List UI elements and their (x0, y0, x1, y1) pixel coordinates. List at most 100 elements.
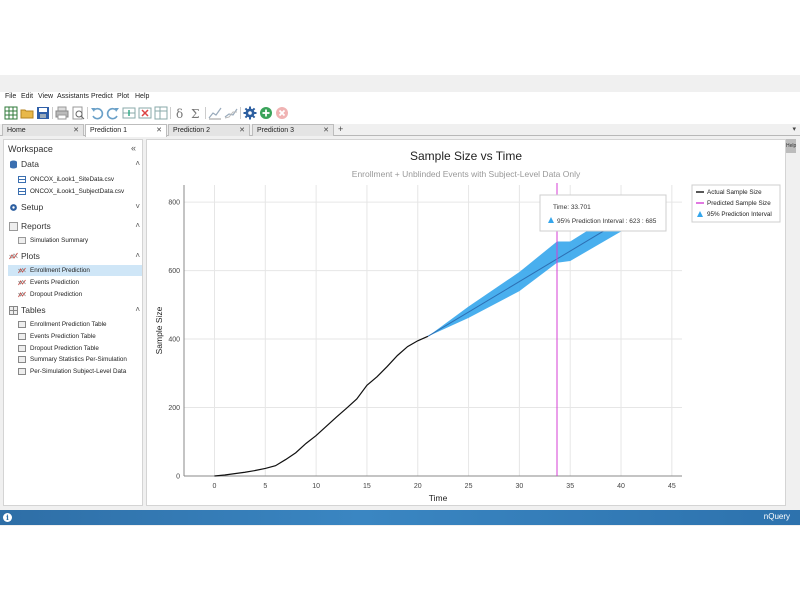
table-item[interactable]: Per-Simulation Subject-Level Data (8, 366, 142, 377)
data-file-item[interactable]: ONCOX_iLook1_SiteData.csv (8, 174, 142, 185)
section-toggle[interactable]: ˄ (135, 159, 140, 168)
plot-icon (9, 252, 18, 260)
plot-icon (18, 291, 26, 298)
section-toggle[interactable]: ˄ (135, 221, 140, 230)
data-file-icon (18, 188, 26, 195)
app-window: File Edit View Assistants Predict Plot H… (0, 75, 800, 526)
redo-icon[interactable] (106, 106, 120, 120)
tab-label: Prediction 3 (257, 127, 294, 134)
toolbar-separator (170, 107, 171, 119)
open-folder-icon[interactable] (20, 106, 34, 120)
menu-view[interactable]: View (38, 93, 53, 100)
tab-label: Prediction 1 (90, 127, 127, 134)
tooltip-interval: 95% Prediction Interval : 623 : 685 (557, 218, 657, 225)
help-side-tab[interactable]: Help (786, 139, 796, 153)
print-icon[interactable] (55, 106, 69, 120)
sample-size-chart[interactable]: Sample Size vs Time Enrollment + Unblinde… (147, 140, 787, 507)
section-toggle[interactable]: ˅ (135, 202, 140, 211)
table-icon (9, 306, 18, 315)
delete-rows-icon[interactable] (138, 106, 152, 120)
x-tick-label: 30 (515, 483, 523, 490)
chart-title: Sample Size vs Time (410, 149, 522, 163)
plot-item-events-prediction[interactable]: Events Prediction (8, 277, 142, 288)
undo-icon[interactable] (90, 106, 104, 120)
section-label: Data (21, 159, 39, 169)
plot-icon (18, 267, 26, 274)
table-icon (18, 321, 26, 328)
plot-icon[interactable] (208, 106, 222, 120)
tab-list-dropdown[interactable]: ▾ (792, 124, 796, 136)
data-file-item[interactable]: ONCOX_iLook1_SubjectData.csv (8, 186, 142, 197)
tab-label: Home (7, 127, 26, 134)
table-item[interactable]: Summary Statistics Per-Simulation (8, 354, 142, 365)
sigma-icon[interactable]: Σ (189, 106, 203, 120)
tab-prediction-2[interactable]: Prediction 2 ✕ (168, 124, 250, 136)
menu-plot[interactable]: Plot (117, 93, 129, 100)
menu-edit[interactable]: Edit (21, 93, 33, 100)
menu-assistants[interactable]: Assistants (57, 93, 89, 100)
menu-help[interactable]: Help (135, 93, 149, 100)
table-icon (18, 345, 26, 352)
menu-file[interactable]: File (5, 93, 16, 100)
print-preview-icon[interactable] (71, 106, 85, 120)
section-plots[interactable]: Plots ˄ (8, 251, 142, 263)
predicted-sample-size-line (427, 220, 622, 337)
section-toggle[interactable]: ˄ (135, 251, 140, 260)
x-tick-label: 25 (465, 483, 473, 490)
menu-predict[interactable]: Predict (91, 93, 113, 100)
remove-circle-icon[interactable] (275, 106, 289, 120)
tab-prediction-3[interactable]: Prediction 3 ✕ (252, 124, 334, 136)
section-data[interactable]: Data ˄ (8, 159, 142, 171)
status-bar: i nQuery (0, 510, 800, 525)
section-label: Tables (21, 305, 46, 315)
plot-item-enrollment-prediction[interactable]: Enrollment Prediction (8, 265, 142, 276)
section-setup[interactable]: Setup ˅ (8, 202, 142, 214)
item-label: ONCOX_iLook1_SiteData.csv (30, 176, 114, 183)
section-label: Setup (21, 202, 44, 212)
tab-close-icon[interactable]: ✕ (239, 125, 245, 136)
x-tick-label: 35 (566, 483, 574, 490)
item-label: Dropout Prediction Table (30, 345, 99, 352)
section-toggle[interactable]: ˄ (135, 305, 140, 314)
gear-icon[interactable] (243, 106, 257, 120)
grid-icon[interactable] (4, 106, 18, 120)
tab-close-icon[interactable]: ✕ (156, 125, 162, 136)
y-tick-label: 600 (168, 268, 180, 275)
section-tables[interactable]: Tables ˄ (8, 305, 142, 317)
tab-close-icon[interactable]: ✕ (323, 125, 329, 136)
item-label: ONCOX_iLook1_SubjectData.csv (30, 188, 125, 195)
table-item[interactable]: Dropout Prediction Table (8, 343, 142, 354)
x-tick-label: 20 (414, 483, 422, 490)
report-icon (18, 237, 26, 244)
vertical-scrollbar[interactable] (786, 155, 796, 506)
legend-entry: Predicted Sample Size (707, 200, 771, 207)
collapse-sidebar-button[interactable]: « (131, 143, 136, 153)
compare-plot-icon[interactable] (224, 106, 238, 120)
plot-item-dropout-prediction[interactable]: Dropout Prediction (8, 289, 142, 300)
tab-close-icon[interactable]: ✕ (73, 125, 79, 136)
table-item[interactable]: Events Prediction Table (8, 331, 142, 342)
x-tick-label: 40 (617, 483, 625, 490)
item-label: Events Prediction (30, 279, 80, 286)
add-circle-icon[interactable] (259, 106, 273, 120)
item-label: Enrollment Prediction Table (30, 321, 107, 328)
info-icon[interactable]: i (3, 513, 12, 522)
add-tab-button[interactable]: + (338, 124, 343, 135)
report-item[interactable]: Simulation Summary (8, 235, 142, 246)
table-icon[interactable] (154, 106, 168, 120)
data-file-icon (18, 176, 26, 183)
table-item[interactable]: Enrollment Prediction Table (8, 319, 142, 330)
tab-home[interactable]: Home ✕ (2, 124, 84, 136)
toolbar: δ Σ (0, 104, 800, 124)
insert-rows-icon[interactable] (122, 106, 136, 120)
delta-icon[interactable]: δ (173, 106, 187, 120)
toolbar-separator (240, 107, 241, 119)
toolbar-separator (205, 107, 206, 119)
legend-entry: 95% Prediction Interval (707, 211, 772, 218)
plot-panel: Sample Size vs Time Enrollment + Unblinde… (146, 139, 786, 506)
actual-sample-size-line (214, 335, 429, 477)
section-reports[interactable]: Reports ˄ (8, 221, 142, 233)
report-icon (9, 222, 18, 231)
save-icon[interactable] (36, 106, 50, 120)
tab-prediction-1[interactable]: Prediction 1 ✕ (85, 124, 167, 137)
